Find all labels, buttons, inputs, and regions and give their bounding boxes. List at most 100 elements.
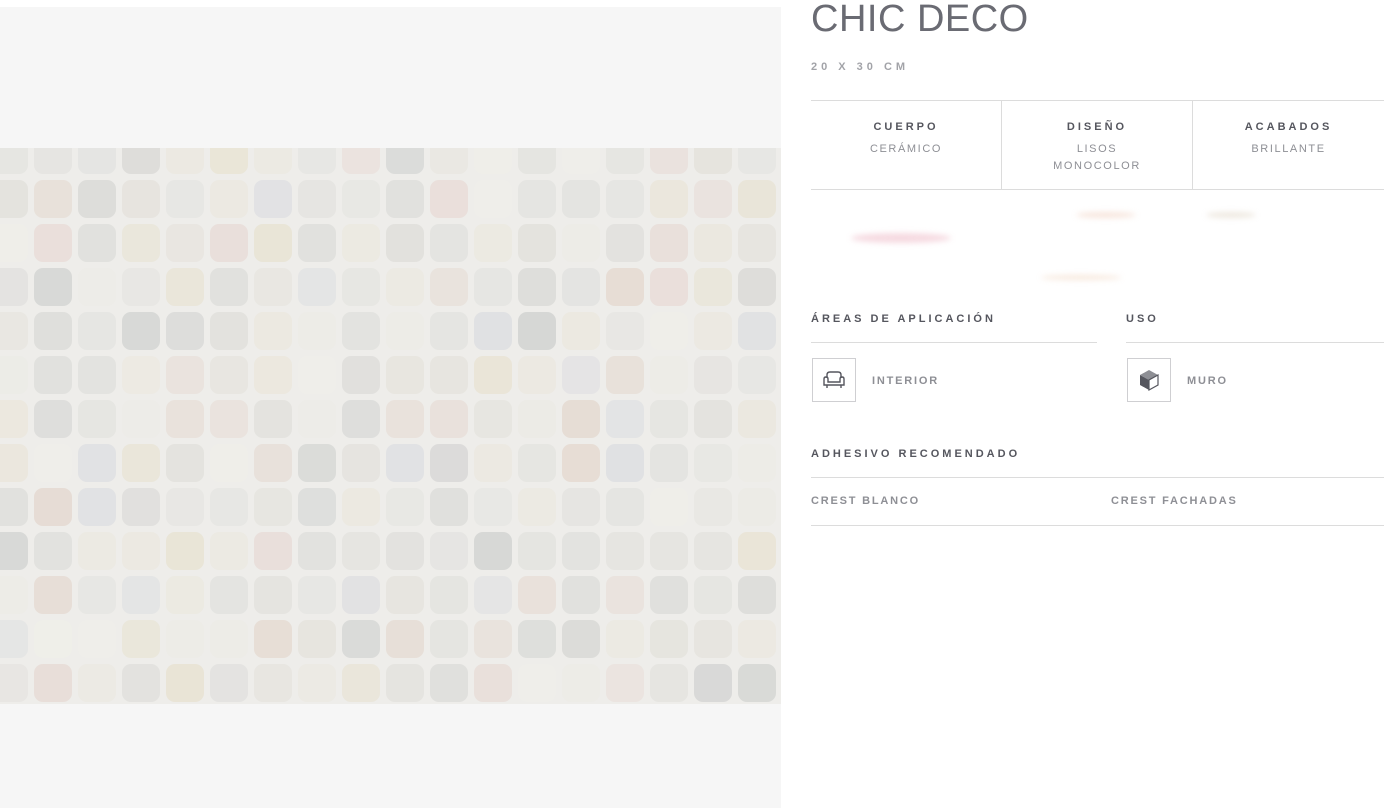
mosaic-tile	[386, 224, 424, 262]
tile-mosaic-pattern	[0, 148, 776, 702]
mosaic-tile	[254, 488, 292, 526]
mosaic-tile	[518, 620, 556, 658]
mosaic-tile	[474, 532, 512, 570]
mosaic-tile	[210, 148, 248, 174]
mosaic-tile	[518, 400, 556, 438]
mosaic-tile	[650, 268, 688, 306]
mosaic-tile	[210, 356, 248, 394]
mosaic-tile	[518, 268, 556, 306]
mosaic-tile	[122, 488, 160, 526]
mosaic-tile	[386, 664, 424, 702]
mosaic-tile	[0, 148, 28, 174]
mosaic-tile	[474, 312, 512, 350]
mosaic-tile	[738, 268, 776, 306]
mosaic-tile	[518, 148, 556, 174]
mosaic-tile	[342, 532, 380, 570]
spec-heading: DISEÑO	[1066, 121, 1128, 133]
mosaic-tile	[298, 664, 336, 702]
mosaic-tile	[298, 532, 336, 570]
mosaic-tile	[738, 224, 776, 262]
mosaic-tile	[166, 620, 204, 658]
use-label: MURO	[1187, 375, 1228, 387]
mosaic-tile	[738, 664, 776, 702]
mosaic-tile	[650, 532, 688, 570]
mosaic-tile	[562, 620, 600, 658]
mosaic-tile	[0, 312, 28, 350]
mosaic-tile	[254, 400, 292, 438]
mosaic-tile	[430, 488, 468, 526]
mosaic-tile	[430, 312, 468, 350]
mosaic-tile	[474, 268, 512, 306]
mosaic-tile	[386, 400, 424, 438]
mosaic-tile	[0, 180, 28, 218]
mosaic-tile	[430, 400, 468, 438]
mosaic-tile	[166, 444, 204, 482]
mosaic-tile	[474, 620, 512, 658]
mosaic-tile	[34, 400, 72, 438]
mosaic-tile	[78, 576, 116, 614]
mosaic-tile	[606, 576, 644, 614]
mosaic-tile	[166, 312, 204, 350]
mosaic-tile	[166, 180, 204, 218]
mosaic-tile	[0, 620, 28, 658]
mosaic-tile	[34, 356, 72, 394]
mosaic-tile	[122, 224, 160, 262]
mosaic-tile	[430, 148, 468, 174]
mosaic-tile	[694, 576, 732, 614]
mosaic-tile	[562, 148, 600, 174]
mosaic-tile	[342, 268, 380, 306]
mosaic-tile	[650, 356, 688, 394]
mosaic-tile	[342, 620, 380, 658]
mosaic-tile	[738, 576, 776, 614]
divider	[1126, 342, 1384, 343]
mosaic-tile	[0, 576, 28, 614]
mosaic-tile	[562, 224, 600, 262]
mosaic-tile	[34, 532, 72, 570]
mosaic-tile	[254, 268, 292, 306]
mosaic-tile	[386, 488, 424, 526]
mosaic-tile	[386, 312, 424, 350]
mosaic-tile	[254, 664, 292, 702]
mosaic-tile	[122, 400, 160, 438]
mosaic-tile	[562, 268, 600, 306]
spec-value: CERÁMICO	[869, 143, 943, 155]
mosaic-tile	[430, 576, 468, 614]
mosaic-tile	[518, 664, 556, 702]
divider	[811, 342, 1097, 343]
mosaic-tile	[430, 224, 468, 262]
mosaic-tile	[694, 224, 732, 262]
mosaic-tile	[386, 268, 424, 306]
mosaic-tile	[562, 532, 600, 570]
mosaic-tile	[342, 224, 380, 262]
mosaic-tile	[210, 400, 248, 438]
mosaic-tile	[166, 148, 204, 174]
blurred-swatch	[1206, 212, 1256, 218]
mosaic-tile	[694, 312, 732, 350]
mosaic-tile	[166, 356, 204, 394]
mosaic-tile	[474, 148, 512, 174]
mosaic-tile	[0, 356, 28, 394]
mosaic-tile	[606, 620, 644, 658]
mosaic-tile	[606, 312, 644, 350]
mosaic-tile	[298, 444, 336, 482]
mosaic-tile	[342, 400, 380, 438]
mosaic-tile	[254, 180, 292, 218]
mosaic-tile	[430, 444, 468, 482]
mosaic-tile	[298, 356, 336, 394]
mosaic-tile	[650, 444, 688, 482]
spec-value-line: MONOCOLOR	[1053, 160, 1141, 172]
mosaic-tile	[650, 576, 688, 614]
mosaic-tile	[650, 620, 688, 658]
areas-heading: ÁREAS DE APLICACIÓN	[811, 313, 996, 325]
mosaic-tile	[34, 488, 72, 526]
divider	[811, 477, 1384, 478]
mosaic-tile	[298, 620, 336, 658]
mosaic-tile	[34, 444, 72, 482]
mosaic-tile	[474, 576, 512, 614]
mosaic-tile	[430, 268, 468, 306]
mosaic-tile	[518, 312, 556, 350]
mosaic-tile	[210, 444, 248, 482]
mosaic-tile	[386, 444, 424, 482]
mosaic-tile	[254, 532, 292, 570]
mosaic-tile	[738, 312, 776, 350]
